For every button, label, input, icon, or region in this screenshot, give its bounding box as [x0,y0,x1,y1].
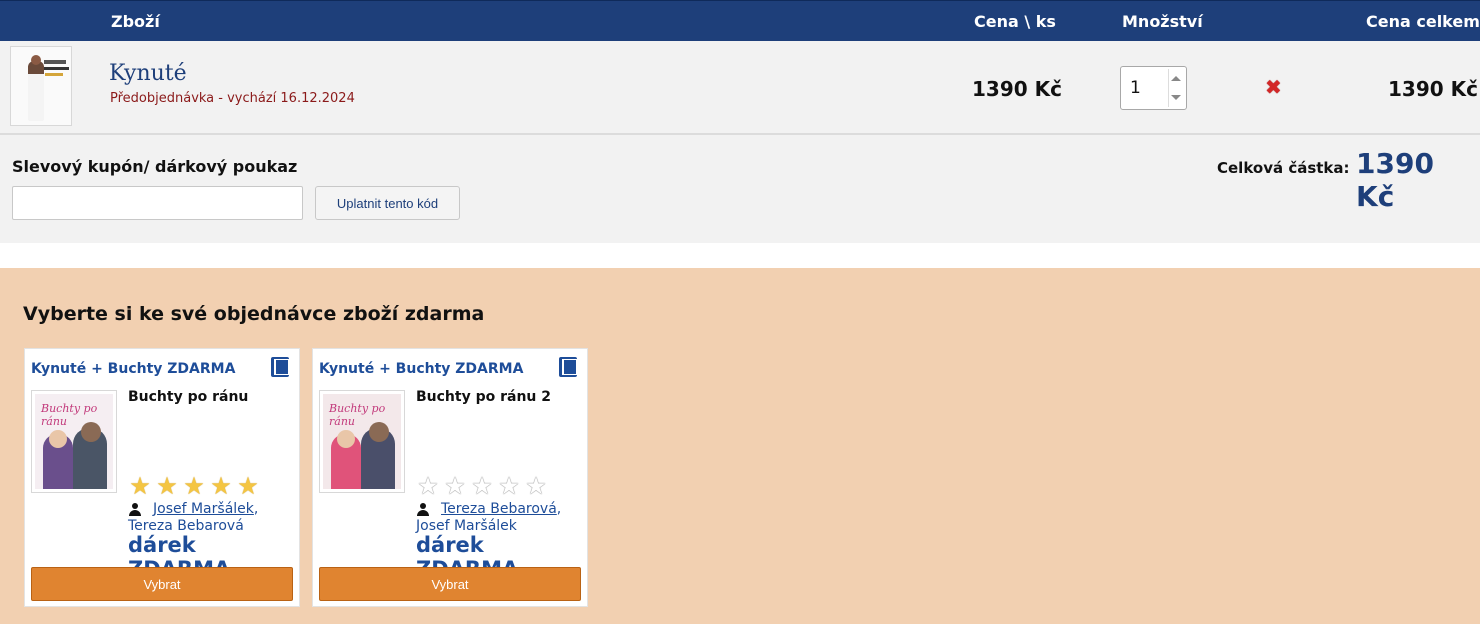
item-preorder-note: Předobjednávka - vychází 16.12.2024 [110,91,355,106]
star-icon: ★ [156,472,178,500]
star-icon: ★ [210,472,232,500]
star-icon: ★ [525,472,547,500]
cart-item-row: Kynuté Předobjednávka - vychází 16.12.20… [0,41,1480,135]
remove-item-icon[interactable]: ✖ [1265,77,1282,97]
item-thumbnail[interactable] [10,46,72,126]
book-title[interactable]: Buchty po ránu [128,389,293,405]
star-icon: ★ [444,472,466,500]
star-icon: ★ [183,472,205,500]
gift-card-header: Kynuté + Buchty ZDARMA [319,361,524,377]
gift-card: Kynuté + Buchty ZDARMA Buchty po ránu Bu… [312,348,588,607]
author-link[interactable]: Josef Maršálek [153,501,254,517]
book-authors: Josef Maršálek, Tereza Bebarová [128,501,298,535]
book-icon [271,357,289,377]
total-amount-label: Celková částka: [1217,159,1350,177]
apply-coupon-button[interactable]: Uplatnit tento kód [315,186,460,220]
select-gift-button[interactable]: Vybrat [319,567,581,601]
header-quantity: Množství [1122,12,1203,31]
book-authors: Tereza Bebarová, Josef Maršálek [416,501,586,535]
author-separator: , [253,501,259,517]
header-total: Cena celkem [1366,12,1480,31]
free-gift-section: Vyberte si ke své objednávce zboží zdarm… [0,268,1480,624]
quantity-value[interactable]: 1 [1130,78,1141,98]
select-gift-button[interactable]: Vybrat [31,567,293,601]
item-title-link[interactable]: Kynuté [109,61,187,86]
author-name: Josef Maršálek [416,518,517,534]
star-icon: ★ [417,472,439,500]
free-gift-title: Vyberte si ke své objednávce zboží zdarm… [23,303,485,325]
item-unit-price: 1390 Kč [972,77,1062,101]
coupon-label: Slevový kupón/ dárkový poukaz [12,157,298,176]
author-link[interactable]: Tereza Bebarová [441,501,557,517]
star-icon: ★ [129,472,151,500]
gift-card-header: Kynuté + Buchty ZDARMA [31,361,236,377]
author-name: Tereza Bebarová [128,518,244,534]
star-icon: ★ [498,472,520,500]
book-cover-image[interactable]: Buchty po ránu [31,390,117,493]
gift-card: Kynuté + Buchty ZDARMA Buchty po ránu Bu… [24,348,300,607]
header-price-per-unit: Cena \ ks [974,12,1056,31]
book-icon [559,357,577,377]
coupon-area: Slevový kupón/ dárkový poukaz Uplatnit t… [0,135,1480,243]
cover-script-text: Buchty po ránu [329,402,386,428]
book-cover-image[interactable]: Buchty po ránu [319,390,405,493]
book-title[interactable]: Buchty po ránu 2 [416,389,581,405]
header-product: Zboží [111,12,160,31]
chevron-down-icon[interactable] [1171,95,1181,100]
cart-header: Zboží Cena \ ks Množství Cena celkem [0,0,1480,41]
star-icon: ★ [237,472,259,500]
cover-script-text: Buchty po ránu [41,402,98,428]
author-separator: , [556,501,562,517]
star-rating: ★ ★ ★ ★ ★ [416,474,548,498]
star-rating: ★ ★ ★ ★ ★ [128,474,260,498]
total-amount-value: 1390 Kč [1356,147,1434,213]
item-total-price: 1390 Kč [1388,77,1478,101]
star-icon: ★ [471,472,493,500]
quantity-spinner[interactable] [1168,69,1184,107]
quantity-stepper[interactable]: 1 [1120,66,1187,110]
coupon-input[interactable] [12,186,303,220]
chevron-up-icon[interactable] [1171,76,1181,81]
